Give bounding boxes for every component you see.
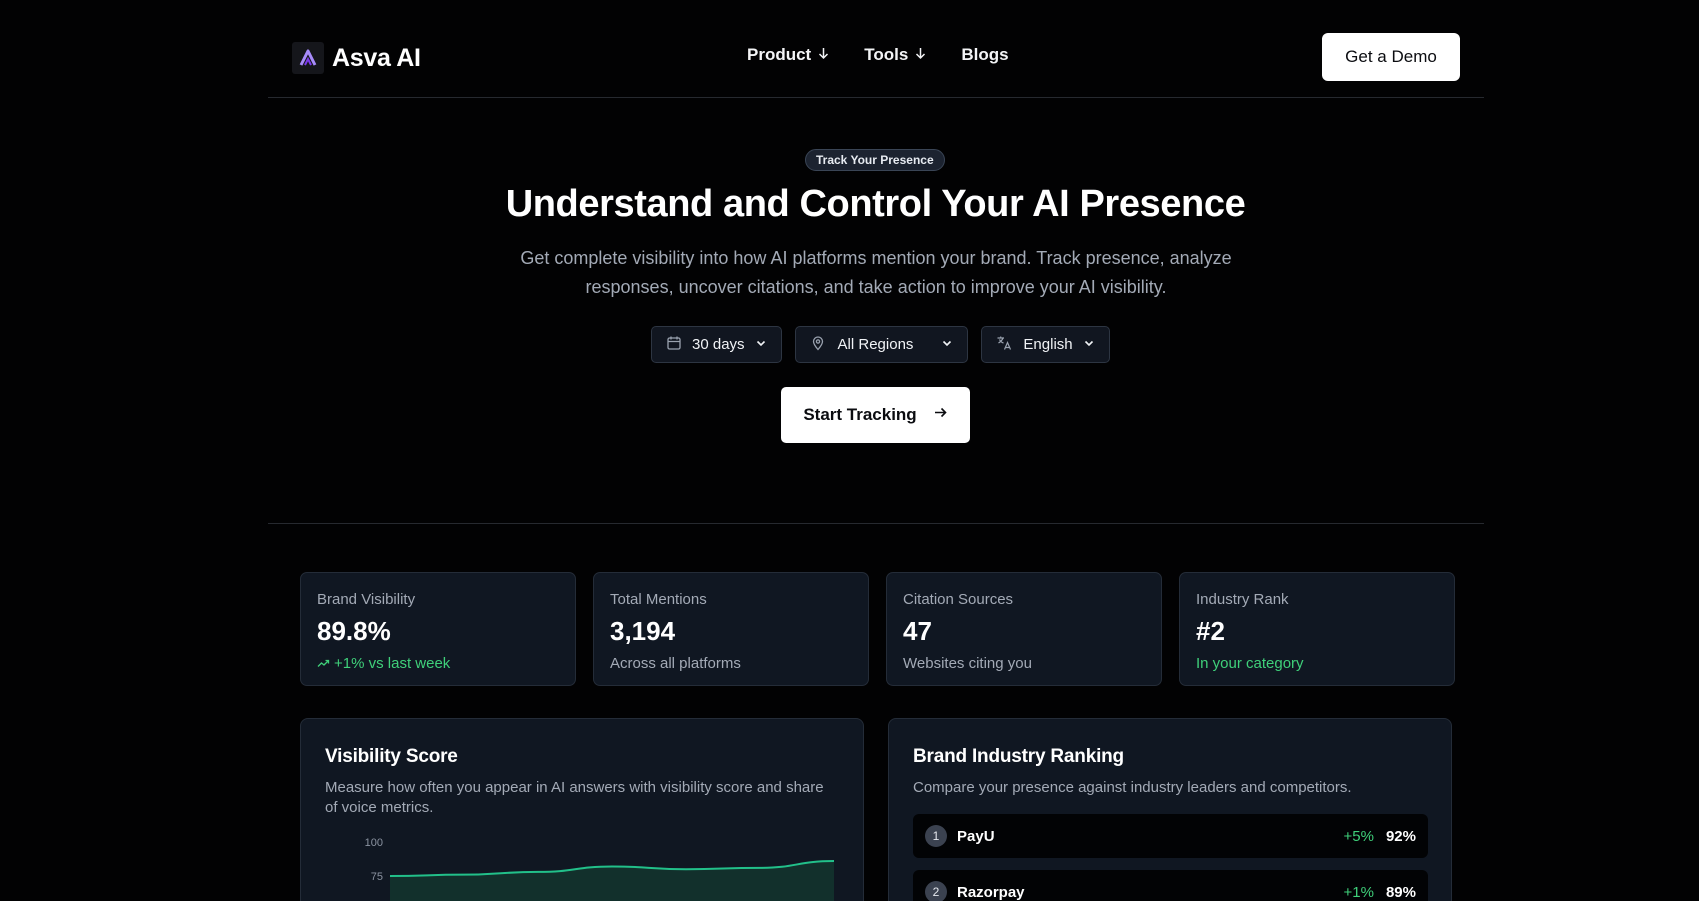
- get-demo-button[interactable]: Get a Demo: [1322, 33, 1460, 81]
- rank-brand-name: Razorpay: [957, 883, 1025, 901]
- chevron-down-icon: [755, 336, 767, 353]
- stat-label: Total Mentions: [610, 591, 707, 608]
- stat-value: 47: [903, 616, 932, 646]
- nav-item-label: Blogs: [961, 45, 1009, 64]
- y-tick-label: 100: [365, 837, 383, 849]
- period-select[interactable]: 30 days: [651, 326, 782, 363]
- language-select[interactable]: English: [981, 326, 1110, 363]
- nav-item-label: Product: [747, 45, 812, 64]
- stat-card-industry-rank: Industry Rank #2 In your category: [1179, 572, 1455, 686]
- stat-card-citation-sources: Citation Sources 47 Websites citing you: [886, 572, 1162, 686]
- arrow-right-icon: [933, 405, 948, 425]
- map-pin-icon: [810, 335, 826, 355]
- rank-score: 89%: [1385, 883, 1416, 901]
- visibility-chart: 100 75: [365, 837, 835, 901]
- site-header: Asva AI Product Tools Blogs Get a Demo: [268, 0, 1484, 98]
- rank-metrics: +1% 89%: [1344, 884, 1416, 901]
- filter-bar: 30 days All Regions English: [651, 326, 1110, 363]
- region-value: All Regions: [837, 336, 914, 353]
- main-nav: Product Tools Blogs: [747, 45, 1009, 65]
- rank-metrics: +5% 92%: [1344, 828, 1416, 845]
- stat-note-text: +1% vs last week: [334, 655, 451, 672]
- stat-value: 89.8%: [317, 616, 391, 646]
- rank-brand-name: PayU: [957, 827, 995, 845]
- nav-item-label: Tools: [864, 45, 909, 64]
- language-value: English: [1023, 336, 1073, 353]
- section-divider: [268, 523, 1484, 524]
- hero-title: Understand and Control Your AI Presence: [505, 183, 1246, 225]
- stat-card-total-mentions: Total Mentions 3,194 Across all platform…: [593, 572, 869, 686]
- visibility-score-panel: Visibility Score Measure how often you a…: [300, 718, 864, 901]
- chevron-down-icon: [941, 336, 953, 353]
- nav-item-tools[interactable]: Tools: [864, 45, 927, 65]
- page: Asva AI Product Tools Blogs Get a Demo T…: [0, 0, 1699, 901]
- translate-icon: [996, 335, 1013, 355]
- ranking-row[interactable]: 2 Razorpay +1% 89%: [913, 870, 1428, 901]
- rank-number: 2: [925, 881, 947, 901]
- stat-value: #2: [1196, 616, 1225, 646]
- rank-change: +5%: [1343, 827, 1374, 845]
- rank-number: 1: [925, 825, 947, 847]
- stat-value: 3,194: [610, 616, 676, 646]
- industry-ranking-panel: Brand Industry Ranking Compare your pres…: [888, 718, 1452, 901]
- brand-logo[interactable]: Asva AI: [292, 42, 421, 74]
- period-value: 30 days: [692, 336, 745, 353]
- arrow-down-icon: [914, 45, 927, 65]
- stat-note: In your category: [1196, 655, 1304, 672]
- start-tracking-label: Start Tracking: [803, 405, 917, 424]
- nav-item-product[interactable]: Product: [747, 45, 830, 65]
- stats-row: Brand Visibility 89.8% +1% vs last week …: [300, 572, 1455, 686]
- rank-change: +1%: [1343, 883, 1374, 901]
- logo-mark-icon: [292, 42, 324, 74]
- ranking-row[interactable]: 1 PayU +5% 92%: [913, 814, 1428, 858]
- rank-score: 92%: [1385, 827, 1416, 845]
- arrow-down-icon: [817, 45, 830, 65]
- stat-note: Websites citing you: [903, 655, 1032, 672]
- region-select[interactable]: All Regions: [794, 326, 969, 363]
- nav-item-blogs[interactable]: Blogs: [961, 45, 1008, 65]
- hero-subtitle: Get complete visibility into how AI plat…: [520, 248, 1232, 297]
- stat-note: +1% vs last week: [317, 655, 559, 672]
- chevron-down-icon: [1083, 336, 1095, 353]
- hero-badge: Track Your Presence: [805, 149, 945, 171]
- brand-name: Asva AI: [332, 43, 421, 72]
- calendar-icon: [666, 335, 682, 355]
- stat-card-brand-visibility: Brand Visibility 89.8% +1% vs last week: [300, 572, 576, 686]
- stat-label: Industry Rank: [1196, 591, 1289, 608]
- y-tick-label: 75: [371, 871, 383, 883]
- panel-description: Compare your presence against industry l…: [913, 779, 1352, 796]
- panel-title: Brand Industry Ranking: [913, 746, 1124, 767]
- stat-note: Across all platforms: [610, 655, 741, 672]
- start-tracking-button[interactable]: Start Tracking: [781, 387, 970, 443]
- trending-up-icon: [317, 655, 330, 672]
- stat-label: Citation Sources: [903, 591, 1014, 608]
- stat-label: Brand Visibility: [317, 591, 416, 608]
